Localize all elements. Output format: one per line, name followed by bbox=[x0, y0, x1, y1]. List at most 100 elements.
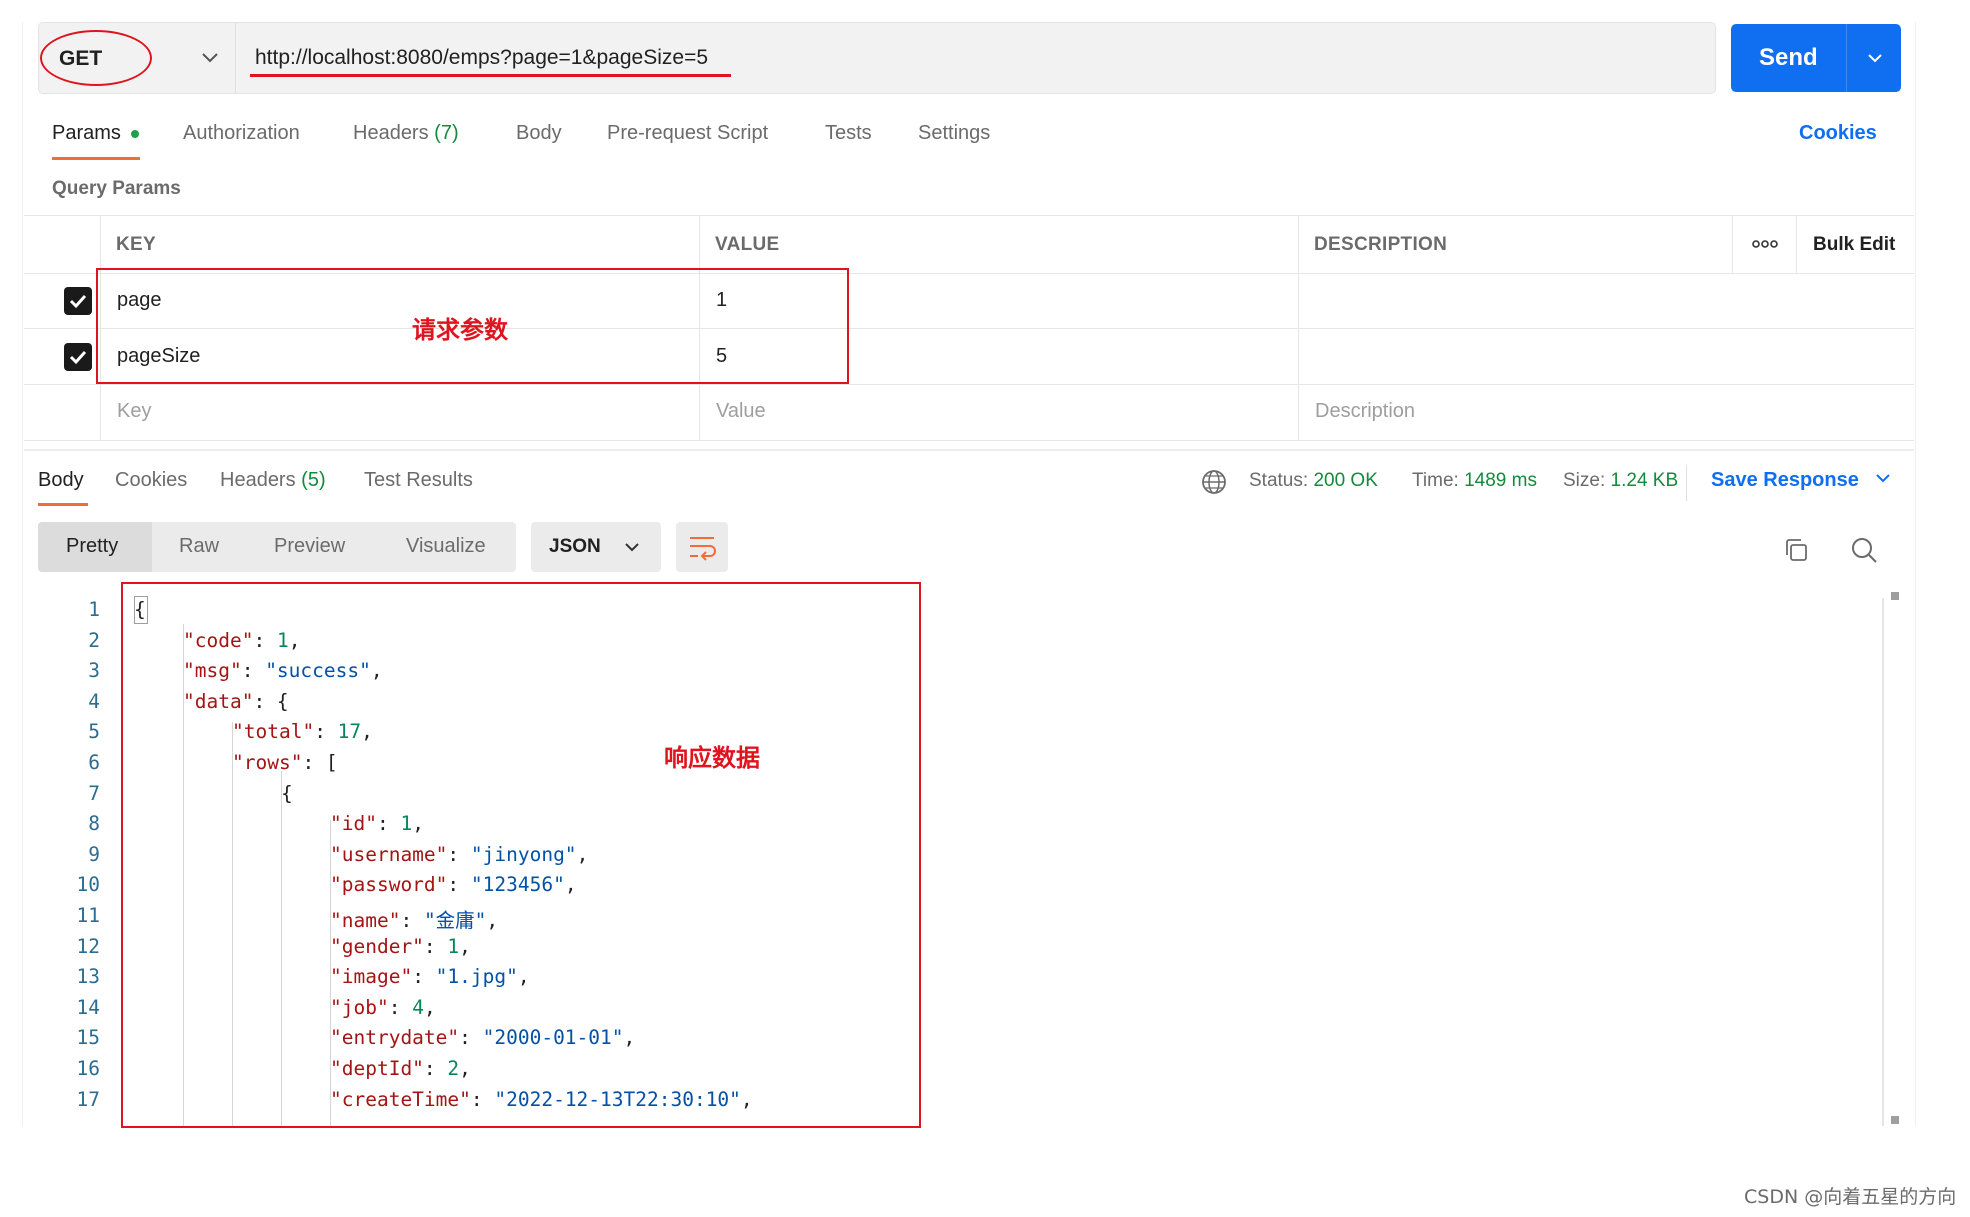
column-header-key: KEY bbox=[116, 234, 156, 255]
size-label: Size: bbox=[1563, 470, 1606, 491]
response-tab-body[interactable]: Body bbox=[38, 469, 84, 492]
new-param-value-input[interactable]: Value bbox=[716, 400, 766, 423]
save-response-label: Save Response bbox=[1711, 469, 1859, 491]
panel-right-border bbox=[1915, 22, 1916, 1126]
query-params-title: Query Params bbox=[52, 178, 181, 199]
chevron-down-icon bbox=[1876, 474, 1891, 483]
line-number: 7 bbox=[88, 781, 100, 805]
format-label: JSON bbox=[549, 536, 601, 557]
wrap-lines-icon bbox=[690, 537, 716, 561]
line-number: 2 bbox=[88, 628, 100, 652]
line-number: 4 bbox=[88, 689, 100, 713]
bulk-edit-button[interactable]: Bulk Edit bbox=[1813, 234, 1895, 256]
line-number: 12 bbox=[76, 934, 100, 958]
tab-headers[interactable]: Headers (7) bbox=[353, 122, 459, 145]
method-highlight-ellipse bbox=[40, 30, 152, 86]
check-icon bbox=[69, 294, 87, 309]
search-icon[interactable] bbox=[1849, 535, 1879, 565]
line-number: 1 bbox=[88, 598, 100, 621]
line-number: 17 bbox=[76, 1087, 100, 1111]
response-highlight-box bbox=[121, 582, 921, 1128]
tab-headers-label: Headers bbox=[353, 122, 429, 144]
line-number: 16 bbox=[76, 1057, 100, 1080]
table-border bbox=[24, 384, 1914, 385]
new-param-key-input[interactable]: Key bbox=[117, 400, 151, 423]
line-number: 8 bbox=[88, 812, 100, 836]
params-tab-underline bbox=[52, 157, 140, 160]
tab-params[interactable]: Params bbox=[52, 122, 121, 145]
more-horizontal-icon[interactable] bbox=[1752, 239, 1778, 249]
send-label: Send bbox=[1759, 44, 1818, 71]
chevron-down-icon bbox=[202, 53, 218, 63]
line-number: 15 bbox=[76, 1026, 100, 1050]
save-response-button[interactable]: Save Response bbox=[1711, 469, 1892, 492]
table-border bbox=[24, 440, 1914, 441]
new-param-description-input[interactable]: Description bbox=[1315, 400, 1415, 423]
line-number: 6 bbox=[88, 751, 100, 774]
response-tab-headers-count: (5) bbox=[301, 469, 326, 491]
send-divider bbox=[1846, 24, 1847, 92]
params-active-dot bbox=[131, 130, 139, 138]
column-header-value: VALUE bbox=[715, 234, 780, 255]
param-checkbox[interactable] bbox=[64, 287, 92, 315]
size-value: 1.24 KB bbox=[1610, 470, 1679, 491]
time-indicator[interactable]: Time: 1489 ms bbox=[1412, 470, 1537, 492]
send-button[interactable]: Send bbox=[1731, 24, 1901, 92]
url-highlight-underline bbox=[250, 74, 731, 77]
params-annotation: 请求参数 bbox=[412, 316, 508, 344]
globe-icon[interactable] bbox=[1201, 469, 1227, 495]
tab-settings[interactable]: Settings bbox=[918, 122, 990, 145]
request-url-bar: GET http://localhost:8080/emps?page=1&pa… bbox=[38, 22, 1716, 94]
view-tab-preview[interactable]: Preview bbox=[274, 535, 345, 558]
line-number: 9 bbox=[88, 842, 100, 866]
tab-body[interactable]: Body bbox=[516, 122, 562, 145]
chevron-down-icon bbox=[625, 543, 639, 552]
tab-headers-count: (7) bbox=[434, 122, 459, 144]
view-tab-pretty-label[interactable]: Pretty bbox=[66, 535, 118, 558]
line-number: 11 bbox=[76, 904, 100, 927]
line-number: 13 bbox=[76, 965, 100, 989]
editor-scrollbar[interactable] bbox=[1882, 598, 1884, 1126]
time-value: 1489 ms bbox=[1464, 470, 1537, 491]
status-divider bbox=[1686, 465, 1687, 501]
scroll-down-arrow[interactable] bbox=[1891, 1116, 1899, 1124]
copy-icon[interactable] bbox=[1782, 536, 1810, 564]
tab-authorization[interactable]: Authorization bbox=[183, 122, 300, 145]
tab-tests[interactable]: Tests bbox=[825, 122, 872, 145]
table-border bbox=[24, 215, 1914, 216]
status-label: Status: bbox=[1249, 470, 1309, 491]
line-number: 5 bbox=[88, 720, 100, 744]
line-number: 14 bbox=[76, 995, 100, 1019]
response-tab-headers-label: Headers bbox=[220, 469, 296, 491]
column-divider bbox=[1298, 215, 1299, 441]
response-annotation: 响应数据 bbox=[664, 744, 760, 772]
chevron-down-icon[interactable] bbox=[1865, 51, 1885, 67]
check-icon bbox=[69, 350, 87, 365]
view-tab-raw[interactable]: Raw bbox=[179, 535, 219, 558]
response-tab-headers[interactable]: Headers (5) bbox=[220, 469, 326, 492]
line-number: 3 bbox=[88, 659, 100, 683]
column-divider bbox=[1732, 215, 1733, 273]
scroll-up-arrow[interactable] bbox=[1891, 592, 1899, 600]
wrap-lines-button[interactable] bbox=[676, 522, 728, 572]
response-tab-cookies[interactable]: Cookies bbox=[115, 469, 187, 492]
size-indicator[interactable]: Size: 1.24 KB bbox=[1563, 470, 1678, 492]
line-number: 10 bbox=[76, 873, 100, 897]
response-body-underline bbox=[38, 503, 88, 506]
time-label: Time: bbox=[1412, 470, 1459, 491]
param-checkbox[interactable] bbox=[64, 343, 92, 371]
response-separator bbox=[24, 449, 1914, 451]
view-tab-visualize[interactable]: Visualize bbox=[406, 535, 486, 558]
url-input[interactable]: http://localhost:8080/emps?page=1&pageSi… bbox=[255, 46, 708, 70]
column-divider bbox=[1796, 215, 1797, 273]
cookies-link[interactable]: Cookies bbox=[1799, 122, 1877, 145]
response-tab-test-results[interactable]: Test Results bbox=[364, 469, 473, 492]
tab-pre-request-script[interactable]: Pre-request Script bbox=[607, 122, 768, 145]
status-indicator[interactable]: Status: 200 OK bbox=[1249, 470, 1378, 492]
status-value: 200 OK bbox=[1313, 470, 1378, 491]
column-header-description: DESCRIPTION bbox=[1314, 234, 1448, 255]
watermark: CSDN @向着五星的方向 bbox=[1744, 1186, 1957, 1208]
response-view-tabs: Pretty Raw Preview Visualize bbox=[38, 522, 516, 572]
format-dropdown[interactable]: JSON bbox=[531, 522, 661, 572]
panel-left-border bbox=[22, 22, 23, 1126]
